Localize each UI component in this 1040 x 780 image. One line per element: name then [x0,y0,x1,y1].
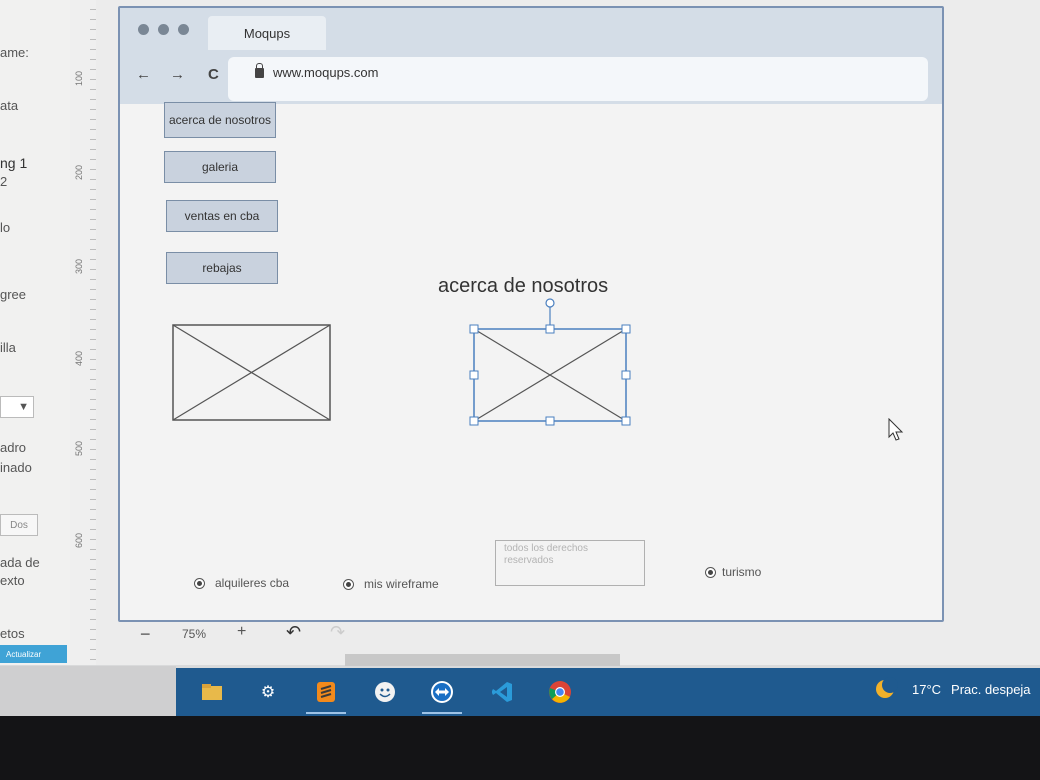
footer-textarea[interactable]: todos los derechos reservados [495,540,645,586]
chevron-down-icon: ▼ [18,401,29,413]
radio-turismo[interactable]: turismo [705,565,761,579]
image-placeholder[interactable] [172,324,332,422]
horizontal-scrollbar[interactable] [345,654,620,666]
update-button[interactable]: Actualizar [0,645,67,663]
panel-label-agree: gree [0,287,27,302]
panel-dropdown[interactable]: ▼ [0,396,34,418]
panel-label-data: ata [0,98,19,113]
weather-widget[interactable]: 17°C Prac. despeja [876,677,1031,698]
teamviewer-icon[interactable] [430,680,454,704]
zoom-in-button[interactable]: + [237,623,246,641]
weather-temperature: 17°C [912,681,942,697]
vertical-ruler: 100 200 300 400 500 600 [70,0,97,665]
lock-icon [255,63,264,78]
ruler-tick: 400 [74,350,84,366]
nav-button-acerca[interactable]: acerca de nosotros [164,102,276,138]
nav-button-label: ventas en cba [184,209,260,223]
panel-label-texto: exto [0,573,25,588]
zoom-level[interactable]: 75% [182,627,206,641]
radio-icon [343,578,354,590]
browser-tab[interactable]: Moqups [208,16,326,50]
nav-button-rebajas[interactable]: rebajas [166,252,278,284]
tab-title: Moqups [243,25,291,41]
emoji-icon[interactable] [373,680,397,704]
page-heading[interactable]: acerca de nosotros [438,275,608,298]
radio-label: alquileres cba [215,576,290,590]
weather-description: Prac. despeja [951,681,1031,697]
zoom-out-button[interactable]: − [140,624,151,645]
radio-icon [194,577,205,589]
panel-label-cuadro: adro [0,440,27,455]
radio-label: mis wireframe [364,577,439,591]
mouse-cursor-icon [888,418,904,441]
back-arrow-icon[interactable]: ← [136,66,151,83]
panel-label-inado: inado [0,460,32,475]
forward-arrow-icon[interactable]: → [170,66,185,83]
panel-label-name: ame: [0,45,29,60]
weather-moon-icon [876,677,898,698]
undo-icon[interactable]: ↶ [286,622,301,643]
ruler-tick: 200 [74,164,84,180]
ruler-tick: 300 [74,258,84,274]
active-app-indicator [422,712,462,714]
chrome-icon[interactable] [548,680,572,704]
window-dot-icon [138,24,149,35]
radio-wireframe[interactable]: mis wireframe [343,577,439,591]
properties-panel: ame: ata ng 1 2 lo gree illa ▼ adro inad… [0,0,71,665]
window-dot-icon [158,24,169,35]
radio-alquileres[interactable]: alquileres cba [194,576,289,590]
panel-label-lo: lo [0,220,11,235]
ruler-tick: 100 [74,70,84,86]
window-dot-icon [178,24,189,35]
panel-label-illa: illa [0,340,16,355]
file-explorer-icon[interactable] [200,680,224,704]
nav-button-label: galeria [201,160,239,174]
panel-label-etos: etos [0,626,25,641]
nav-button-galeria[interactable]: galeria [164,151,276,183]
panel-label-ada-de: ada de [0,555,40,570]
radio-label: turismo [722,565,762,579]
url-text: www.moqups.com [273,65,379,80]
image-placeholder-selected[interactable] [466,296,636,428]
monitor-bezel [0,716,1040,780]
nav-button-ventas[interactable]: ventas en cba [166,200,278,232]
panel-label-heading1: ng 1 [0,155,28,171]
browser-wireframe[interactable]: Moqups ← → C www.moqups.com acerca de no… [118,6,944,622]
sublime-text-icon[interactable] [314,680,338,704]
radio-icon [705,566,716,578]
settings-icon[interactable]: ⚙ [256,680,280,704]
reload-icon[interactable]: C [208,66,219,83]
active-app-indicator [306,712,346,714]
redo-icon[interactable]: ↷ [330,622,345,643]
nav-button-label: acerca de nosotros [168,113,272,127]
vscode-icon[interactable] [490,680,514,704]
taskbar: ⚙ 17°C Prac. despeja [176,668,1040,716]
panel-label-heading2: 2 [0,174,8,189]
ruler-tick: 500 [74,440,84,456]
ruler-tick: 600 [74,532,84,548]
browser-chrome: Moqups ← → C www.moqups.com [120,8,942,104]
screen-area [0,666,176,716]
panel-option-box[interactable]: Dos [0,514,38,536]
nav-button-label: rebajas [202,261,242,275]
